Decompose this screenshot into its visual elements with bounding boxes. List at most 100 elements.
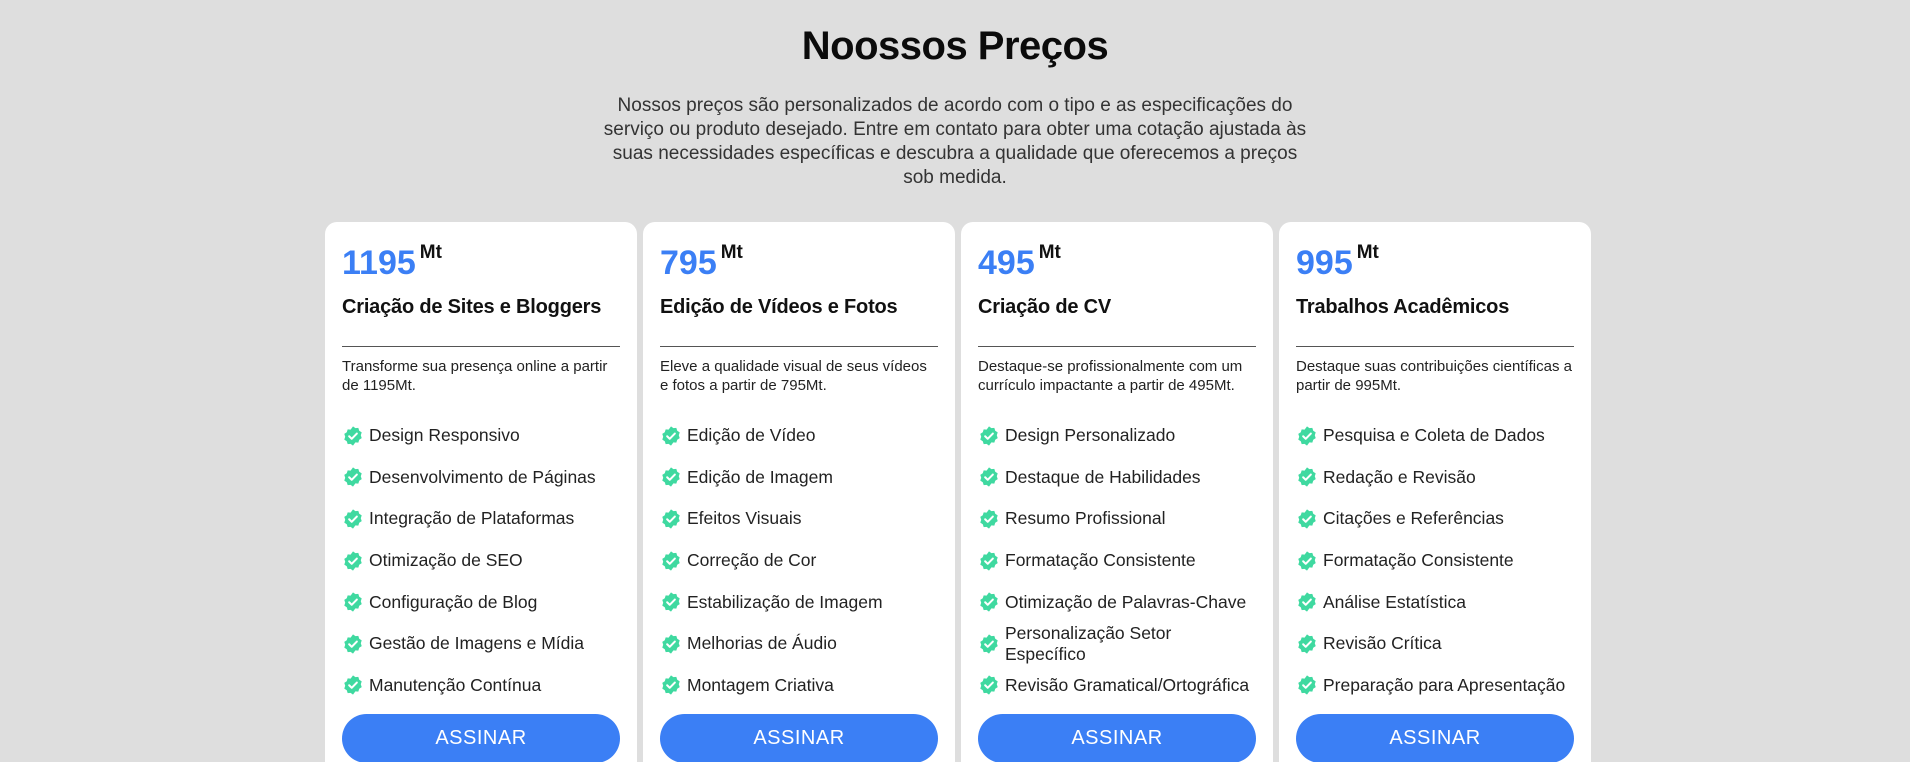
price-row: 795 Mt bbox=[660, 242, 938, 284]
feature-item: Otimização de SEO bbox=[342, 540, 620, 582]
subscribe-button[interactable]: ASSINAR bbox=[342, 714, 620, 762]
price-amount: 995 bbox=[1296, 244, 1353, 282]
price-currency: Mt bbox=[720, 242, 743, 263]
verified-check-icon bbox=[662, 634, 680, 654]
feature-item: Citações e Referências bbox=[1296, 498, 1574, 540]
feature-item: Revisão Gramatical/Ortográfica bbox=[978, 665, 1256, 707]
divider bbox=[660, 346, 938, 347]
verified-check-icon bbox=[662, 675, 680, 695]
price-amount: 795 bbox=[660, 244, 717, 282]
feature-list: Edição de Vídeo Edição de Imagem Efeitos… bbox=[660, 415, 938, 706]
feature-label: Design Responsivo bbox=[369, 425, 520, 446]
feature-item: Otimização de Palavras-Chave bbox=[978, 581, 1256, 623]
pricing-card-1: 1195 Mt Criação de Sites e Bloggers Tran… bbox=[325, 222, 637, 762]
pricing-card-3: 495 Mt Criação de CV Destaque-se profiss… bbox=[961, 222, 1273, 762]
feature-item: Revisão Crítica bbox=[1296, 623, 1574, 665]
verified-check-icon bbox=[980, 592, 998, 612]
feature-item: Correção de Cor bbox=[660, 540, 938, 582]
plan-description: Destaque-se profissionalmente com um cur… bbox=[978, 358, 1243, 394]
feature-label: Edição de Vídeo bbox=[687, 425, 816, 446]
feature-item: Gestão de Imagens e Mídia bbox=[342, 623, 620, 665]
price-currency: Mt bbox=[1038, 242, 1061, 263]
feature-label: Integração de Plataformas bbox=[369, 508, 575, 529]
feature-item: Resumo Profissional bbox=[978, 498, 1256, 540]
verified-check-icon bbox=[1298, 592, 1316, 612]
price-row: 995 Mt bbox=[1296, 242, 1574, 284]
feature-label: Citações e Referências bbox=[1323, 508, 1504, 529]
feature-label: Correção de Cor bbox=[687, 550, 817, 571]
verified-check-icon bbox=[662, 550, 680, 571]
feature-item: Efeitos Visuais bbox=[660, 498, 938, 540]
feature-label: Revisão Crítica bbox=[1323, 633, 1442, 654]
verified-check-icon bbox=[344, 634, 362, 654]
verified-check-icon bbox=[980, 550, 998, 571]
feature-item: Edição de Imagem bbox=[660, 457, 938, 499]
feature-label: Manutenção Contínua bbox=[369, 674, 542, 695]
verified-check-icon bbox=[662, 509, 680, 529]
price-amount: 495 bbox=[978, 244, 1035, 282]
feature-label: Resumo Profissional bbox=[1005, 508, 1166, 529]
plan-title: Trabalhos Acadêmicos bbox=[1296, 296, 1510, 318]
divider bbox=[1296, 346, 1574, 347]
verified-check-icon bbox=[980, 675, 998, 695]
feature-item: Integração de Plataformas bbox=[342, 498, 620, 540]
feature-label: Revisão Gramatical/Ortográfica bbox=[1005, 674, 1250, 695]
feature-label: Destaque de Habilidades bbox=[1005, 466, 1201, 487]
verified-check-icon bbox=[344, 509, 362, 529]
section-title: Noossos Preços bbox=[801, 24, 1109, 68]
verified-check-icon bbox=[1298, 426, 1316, 446]
plan-description: Transforme sua presença online a partir … bbox=[342, 358, 608, 394]
price-currency: Mt bbox=[419, 242, 442, 263]
feature-label: Redação e Revisão bbox=[1323, 466, 1476, 487]
plan-title: Edição de Vídeos e Fotos bbox=[660, 296, 898, 318]
feature-item: Edição de Vídeo bbox=[660, 415, 938, 457]
pricing-section: Noossos Preços Nossos preços são persona… bbox=[0, 0, 1910, 762]
feature-list: Design Responsivo Desenvolvimento de Pág… bbox=[342, 415, 620, 706]
plan-description: Destaque suas contribuições científicas … bbox=[1296, 358, 1572, 394]
feature-label: Montagem Criativa bbox=[687, 674, 834, 695]
divider bbox=[342, 346, 620, 347]
feature-label: Otimização de SEO bbox=[369, 550, 523, 571]
plan-title: Criação de CV bbox=[978, 296, 1112, 318]
verified-check-icon bbox=[980, 426, 998, 446]
feature-label: Melhorias de Áudio bbox=[687, 633, 837, 654]
pricing-card-4: 995 Mt Trabalhos Acadêmicos Destaque sua… bbox=[1279, 222, 1591, 762]
feature-item: Pesquisa e Coleta de Dados bbox=[1296, 415, 1574, 457]
verified-check-icon bbox=[662, 592, 680, 612]
feature-item: Estabilização de Imagem bbox=[660, 581, 938, 623]
feature-item: Desenvolvimento de Páginas bbox=[342, 457, 620, 499]
verified-check-icon bbox=[1298, 634, 1316, 654]
verified-check-icon bbox=[1298, 467, 1316, 488]
verified-check-icon bbox=[344, 592, 362, 612]
subscribe-button[interactable]: ASSINAR bbox=[1296, 714, 1574, 762]
verified-check-icon bbox=[662, 426, 680, 446]
subscribe-button[interactable]: ASSINAR bbox=[660, 714, 938, 762]
feature-item: Personalização Setor Específico bbox=[978, 623, 1256, 665]
feature-item: Montagem Criativa bbox=[660, 665, 938, 707]
feature-item: Preparação para Apresentação bbox=[1296, 665, 1574, 707]
verified-check-icon bbox=[344, 426, 362, 446]
verified-check-icon bbox=[344, 467, 362, 488]
feature-label: Efeitos Visuais bbox=[687, 508, 802, 529]
feature-item: Formatação Consistente bbox=[1296, 540, 1574, 582]
feature-item: Redação e Revisão bbox=[1296, 457, 1574, 499]
verified-check-icon bbox=[980, 634, 998, 654]
verified-check-icon bbox=[1298, 675, 1316, 695]
verified-check-icon bbox=[1298, 509, 1316, 529]
feature-label: Análise Estatística bbox=[1323, 591, 1466, 612]
feature-item: Design Responsivo bbox=[342, 415, 620, 457]
feature-label: Pesquisa e Coleta de Dados bbox=[1323, 425, 1545, 446]
feature-label: Design Personalizado bbox=[1005, 425, 1176, 446]
feature-item: Configuração de Blog bbox=[342, 581, 620, 623]
verified-check-icon bbox=[980, 509, 998, 529]
feature-item: Formatação Consistente bbox=[978, 540, 1256, 582]
feature-list: Pesquisa e Coleta de Dados Redação e Rev… bbox=[1296, 415, 1574, 706]
feature-item: Design Personalizado bbox=[978, 415, 1256, 457]
verified-check-icon bbox=[980, 467, 998, 488]
verified-check-icon bbox=[1298, 550, 1316, 571]
feature-label: Preparação para Apresentação bbox=[1323, 674, 1566, 695]
verified-check-icon bbox=[344, 675, 362, 695]
subscribe-button[interactable]: ASSINAR bbox=[978, 714, 1256, 762]
feature-label: Formatação Consistente bbox=[1005, 550, 1196, 571]
price-currency: Mt bbox=[1356, 242, 1379, 263]
